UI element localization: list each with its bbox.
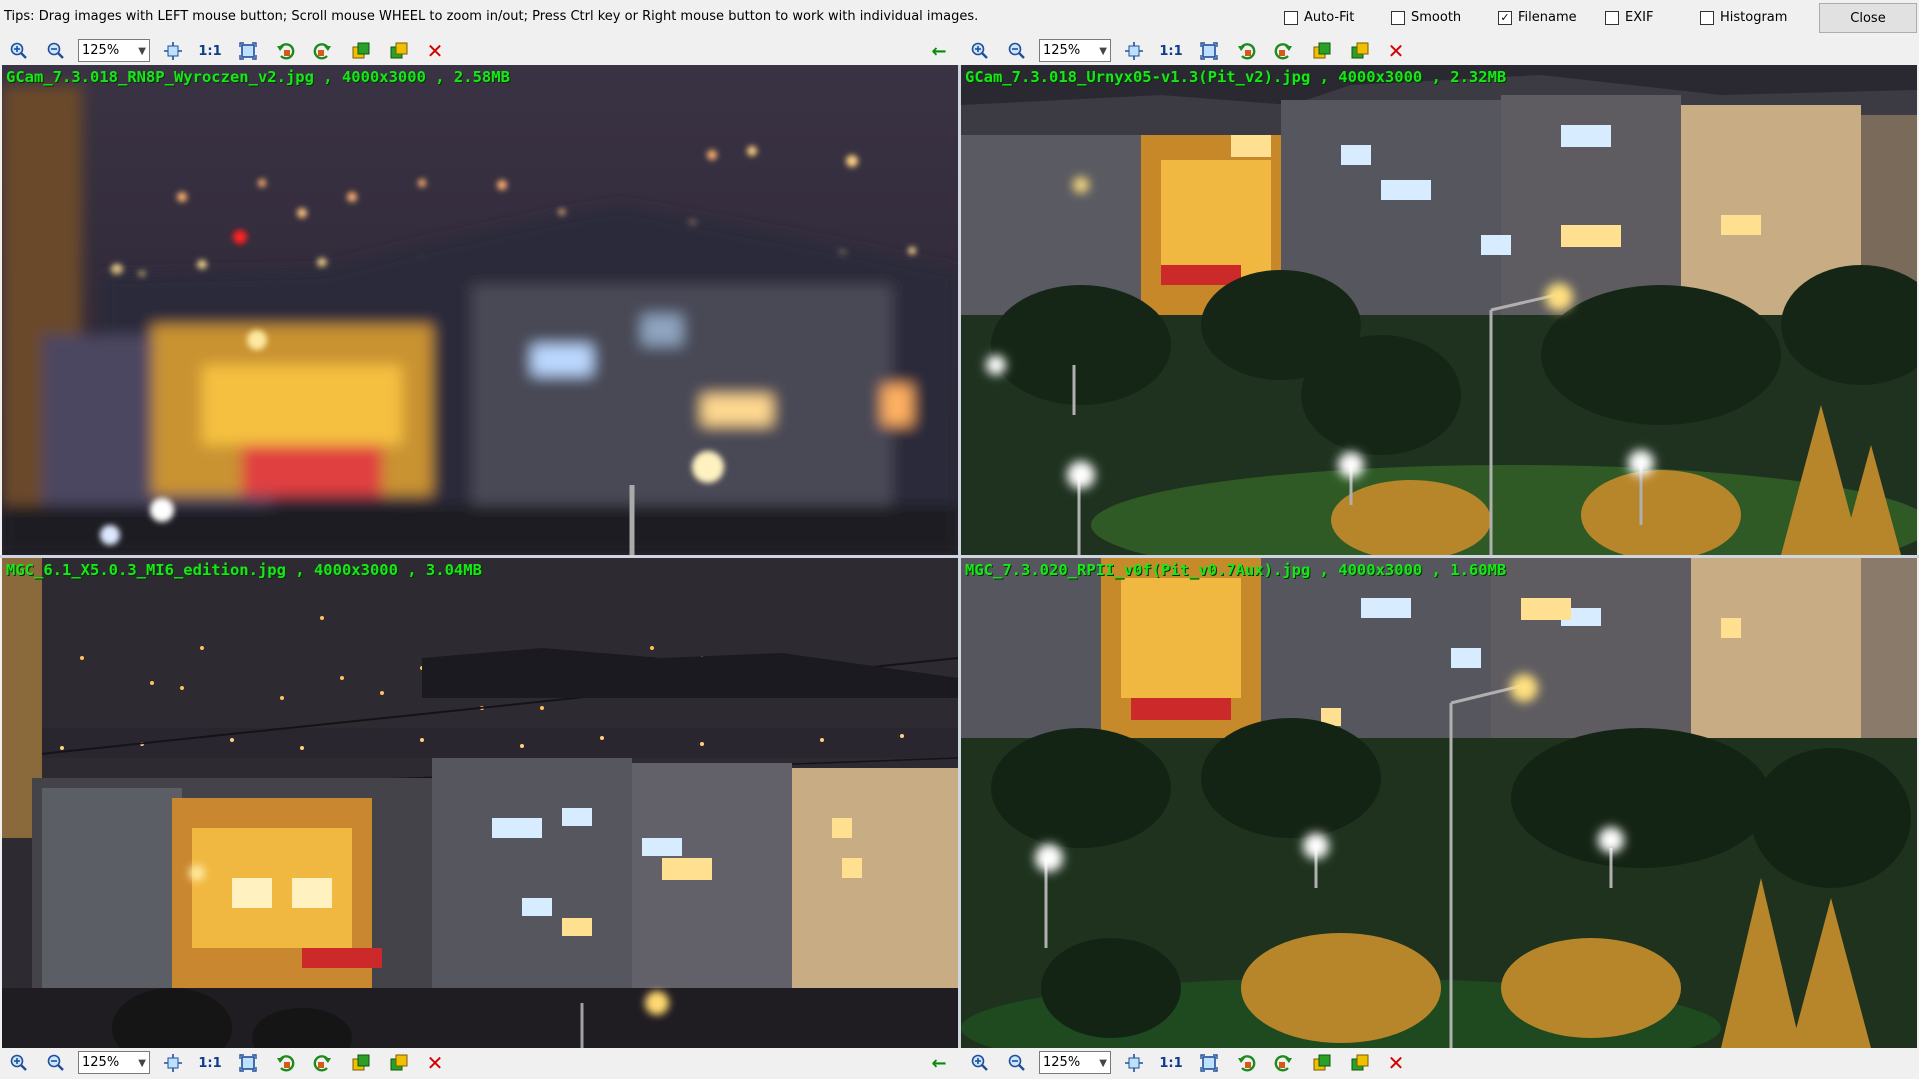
close-image-icon[interactable]: ✕ xyxy=(424,1052,446,1074)
option-filename[interactable]: ✓ Filename xyxy=(1498,10,1577,25)
smooth-checkbox[interactable] xyxy=(1391,10,1405,25)
histogram-label: Histogram xyxy=(1720,10,1788,25)
actual-size-button[interactable]: 1:1 xyxy=(198,40,221,62)
fullscreen-icon[interactable] xyxy=(237,1052,259,1074)
toolbar-bottom-right: 125% ▼ 1:1 ✕ xyxy=(961,1048,1919,1077)
fit-icon[interactable] xyxy=(162,1052,184,1074)
tips-bar: Tips: Drag images with LEFT mouse button… xyxy=(0,0,1919,36)
zoom-value: 125% xyxy=(82,1055,120,1070)
exif-label: EXIF xyxy=(1625,10,1654,25)
auto-fit-label: Auto-Fit xyxy=(1304,10,1355,25)
toolbar-top-left: 125% ▼ 1:1 ✕ ← xyxy=(0,36,958,65)
option-auto-fit[interactable]: Auto-Fit xyxy=(1284,10,1354,25)
fit-icon[interactable] xyxy=(1123,40,1145,62)
rotate-right-icon[interactable] xyxy=(311,1052,333,1074)
option-histogram[interactable]: Histogram xyxy=(1700,10,1787,25)
zoom-value: 125% xyxy=(1043,1055,1081,1070)
save-icon[interactable] xyxy=(388,40,410,62)
image-caption: GCam_7.3.018_Urnyx05-v1.3(Pit_v2).jpg , … xyxy=(965,68,1507,86)
image-pane-bottom-left[interactable]: MGC_6.1_X5.0.3_MI6_edition.jpg , 4000x30… xyxy=(2,558,958,1048)
pane-divider-horizontal[interactable] xyxy=(0,555,1919,558)
option-smooth[interactable]: Smooth xyxy=(1391,10,1461,25)
zoom-select[interactable]: 125% ▼ xyxy=(1039,39,1111,62)
histogram-checkbox[interactable] xyxy=(1700,10,1714,25)
rotate-left-icon[interactable] xyxy=(275,40,297,62)
auto-fit-checkbox[interactable] xyxy=(1284,10,1298,25)
copy-icon[interactable] xyxy=(350,1052,372,1074)
image-pane-top-left[interactable]: GCam_7.3.018_RN8P_Wyroczen_v2.jpg , 4000… xyxy=(2,65,958,555)
zoom-out-icon[interactable] xyxy=(45,1052,67,1074)
copy-icon[interactable] xyxy=(1311,1052,1333,1074)
toolbar-bottom-left: 125% ▼ 1:1 ✕ ← xyxy=(0,1048,958,1077)
rotate-left-icon[interactable] xyxy=(1236,40,1258,62)
rotate-right-icon[interactable] xyxy=(311,40,333,62)
zoom-select[interactable]: 125% ▼ xyxy=(78,39,150,62)
zoom-in-icon[interactable] xyxy=(8,1052,30,1074)
actual-size-button[interactable]: 1:1 xyxy=(1159,1052,1182,1074)
chevron-down-icon: ▼ xyxy=(1099,1058,1107,1069)
actual-size-button[interactable]: 1:1 xyxy=(198,1052,221,1074)
close-image-icon[interactable]: ✕ xyxy=(1385,1052,1407,1074)
save-icon[interactable] xyxy=(1349,40,1371,62)
filename-checkbox[interactable]: ✓ xyxy=(1498,10,1512,25)
exif-checkbox[interactable] xyxy=(1605,10,1619,25)
save-icon[interactable] xyxy=(1349,1052,1371,1074)
image-pane-bottom-right[interactable]: MGC_7.3.020_RPII_v0f(Pit_v0.7Aux).jpg , … xyxy=(961,558,1917,1048)
night-park-photo xyxy=(961,558,1917,1048)
option-exif[interactable]: EXIF xyxy=(1605,10,1653,25)
image-compare-window: Tips: Drag images with LEFT mouse button… xyxy=(0,0,1919,1079)
chevron-down-icon: ▼ xyxy=(138,46,146,57)
zoom-out-icon[interactable] xyxy=(45,40,67,62)
zoom-select[interactable]: 125% ▼ xyxy=(78,1051,150,1074)
save-icon[interactable] xyxy=(388,1052,410,1074)
close-image-icon[interactable]: ✕ xyxy=(424,40,446,62)
image-caption: GCam_7.3.018_RN8P_Wyroczen_v2.jpg , 4000… xyxy=(6,68,510,86)
zoom-in-icon[interactable] xyxy=(969,40,991,62)
zoom-out-icon[interactable] xyxy=(1006,40,1028,62)
zoom-out-icon[interactable] xyxy=(1006,1052,1028,1074)
rotate-left-icon[interactable] xyxy=(1236,1052,1258,1074)
actual-size-button[interactable]: 1:1 xyxy=(1159,40,1182,62)
smooth-label: Smooth xyxy=(1411,10,1462,25)
night-buildings-photo-sharp xyxy=(961,65,1917,555)
zoom-value: 125% xyxy=(1043,43,1081,58)
image-caption: MGC_6.1_X5.0.3_MI6_edition.jpg , 4000x30… xyxy=(6,561,482,579)
close-button[interactable]: Close xyxy=(1819,3,1917,33)
toolbar-top-right: 125% ▼ 1:1 ✕ xyxy=(961,36,1919,65)
zoom-in-icon[interactable] xyxy=(8,40,30,62)
image-pane-top-right[interactable]: GCam_7.3.018_Urnyx05-v1.3(Pit_v2).jpg , … xyxy=(961,65,1917,555)
copy-icon[interactable] xyxy=(1311,40,1333,62)
fit-icon[interactable] xyxy=(1123,1052,1145,1074)
fullscreen-icon[interactable] xyxy=(237,40,259,62)
chevron-down-icon: ▼ xyxy=(138,1058,146,1069)
zoom-value: 125% xyxy=(82,43,120,58)
rotate-right-icon[interactable] xyxy=(1272,1052,1294,1074)
chevron-down-icon: ▼ xyxy=(1099,46,1107,57)
tips-text: Tips: Drag images with LEFT mouse button… xyxy=(4,9,979,24)
copy-icon[interactable] xyxy=(350,40,372,62)
sync-arrow-icon[interactable]: ← xyxy=(928,1052,950,1074)
night-skyline-photo xyxy=(2,558,958,1048)
sync-arrow-icon[interactable]: ← xyxy=(928,40,950,62)
zoom-select[interactable]: 125% ▼ xyxy=(1039,1051,1111,1074)
zoom-in-icon[interactable] xyxy=(969,1052,991,1074)
fullscreen-icon[interactable] xyxy=(1198,1052,1220,1074)
image-caption: MGC_7.3.020_RPII_v0f(Pit_v0.7Aux).jpg , … xyxy=(965,561,1507,579)
rotate-right-icon[interactable] xyxy=(1272,40,1294,62)
fit-icon[interactable] xyxy=(162,40,184,62)
close-image-icon[interactable]: ✕ xyxy=(1385,40,1407,62)
night-city-photo-blurry xyxy=(2,65,958,555)
rotate-left-icon[interactable] xyxy=(275,1052,297,1074)
filename-label: Filename xyxy=(1518,10,1577,25)
fullscreen-icon[interactable] xyxy=(1198,40,1220,62)
